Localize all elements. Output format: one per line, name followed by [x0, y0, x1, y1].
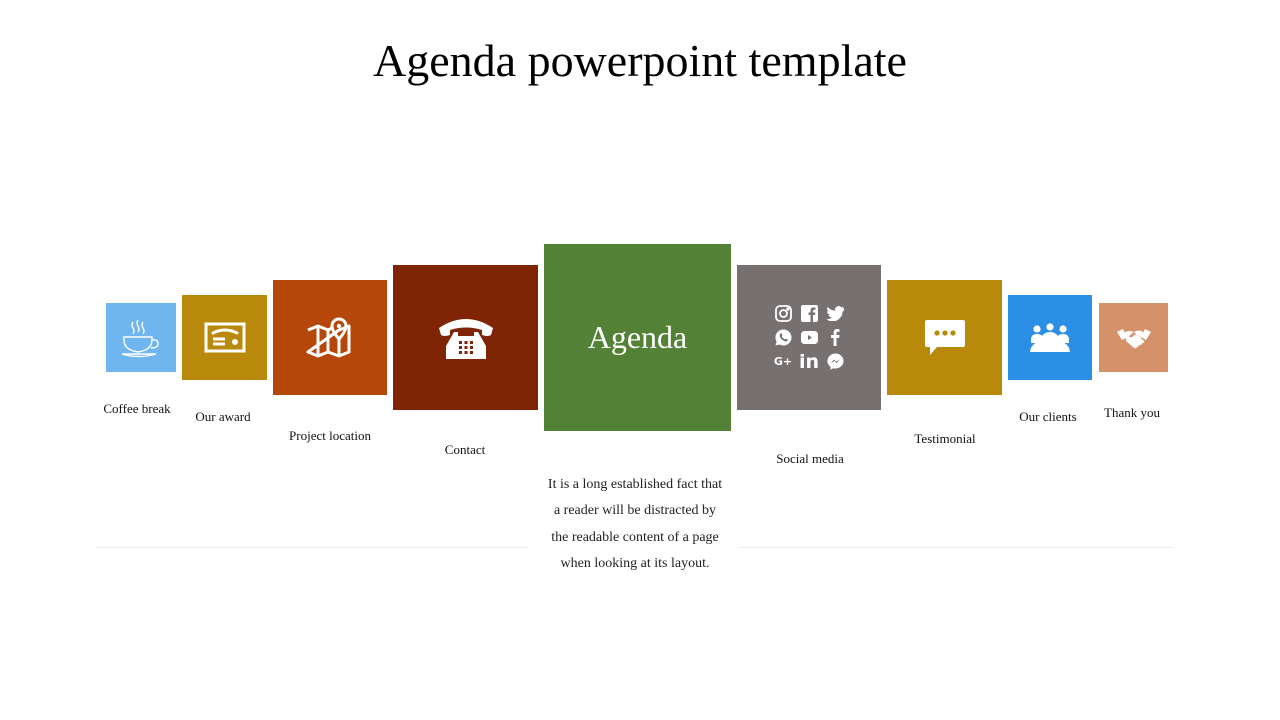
agenda-tile-our-award[interactable]	[182, 295, 267, 380]
divider-right	[740, 547, 1172, 548]
map-pin-icon	[305, 317, 355, 359]
agenda-center-tile: Agenda	[544, 244, 731, 431]
coffee-cup-icon	[119, 318, 163, 358]
speech-bubble-icon	[924, 319, 966, 357]
divider-left	[95, 547, 527, 548]
agenda-description: It is a long established fact that a rea…	[547, 477, 723, 571]
agenda-tile-social-media[interactable]: G+ in	[737, 265, 881, 410]
slide-title: Agenda powerpoint template	[373, 35, 907, 86]
agenda-tile-coffee-break[interactable]	[106, 303, 176, 372]
agenda-label: Coffee break	[103, 401, 171, 416]
handshake-icon	[1116, 326, 1151, 350]
telephone-icon	[437, 316, 495, 360]
agenda-tile-testimonial[interactable]	[887, 280, 1002, 395]
group-meeting-icon	[1029, 322, 1071, 353]
whatsapp-icon	[774, 329, 792, 346]
agenda-label: Our clients	[1019, 409, 1077, 424]
twitter-icon	[826, 306, 844, 321]
agenda-tile-project-location[interactable]	[273, 280, 387, 395]
agenda-label: Social media	[776, 451, 844, 466]
google-plus-icon: G+	[773, 355, 793, 368]
agenda-tile-contact[interactable]	[393, 265, 538, 410]
messenger-icon	[826, 353, 844, 370]
agenda-label: Our award	[195, 409, 251, 424]
agenda-label: Contact	[444, 442, 486, 457]
social-media-icons: G+ in	[770, 302, 848, 374]
facebook-icon	[830, 329, 840, 346]
agenda-label: Project location	[289, 428, 371, 443]
agenda-center-title: Agenda	[587, 319, 688, 355]
agenda-label: Testimonial	[914, 431, 976, 446]
agenda-label: Thank you	[1104, 405, 1160, 420]
certificate-icon	[204, 322, 246, 354]
facebook-square-icon	[800, 305, 818, 322]
linkedin-icon: in	[798, 350, 820, 373]
youtube-icon	[800, 331, 818, 344]
agenda-tile-thank-you[interactable]	[1099, 303, 1168, 372]
instagram-icon	[774, 305, 792, 322]
agenda-tile-our-clients[interactable]	[1008, 295, 1092, 380]
